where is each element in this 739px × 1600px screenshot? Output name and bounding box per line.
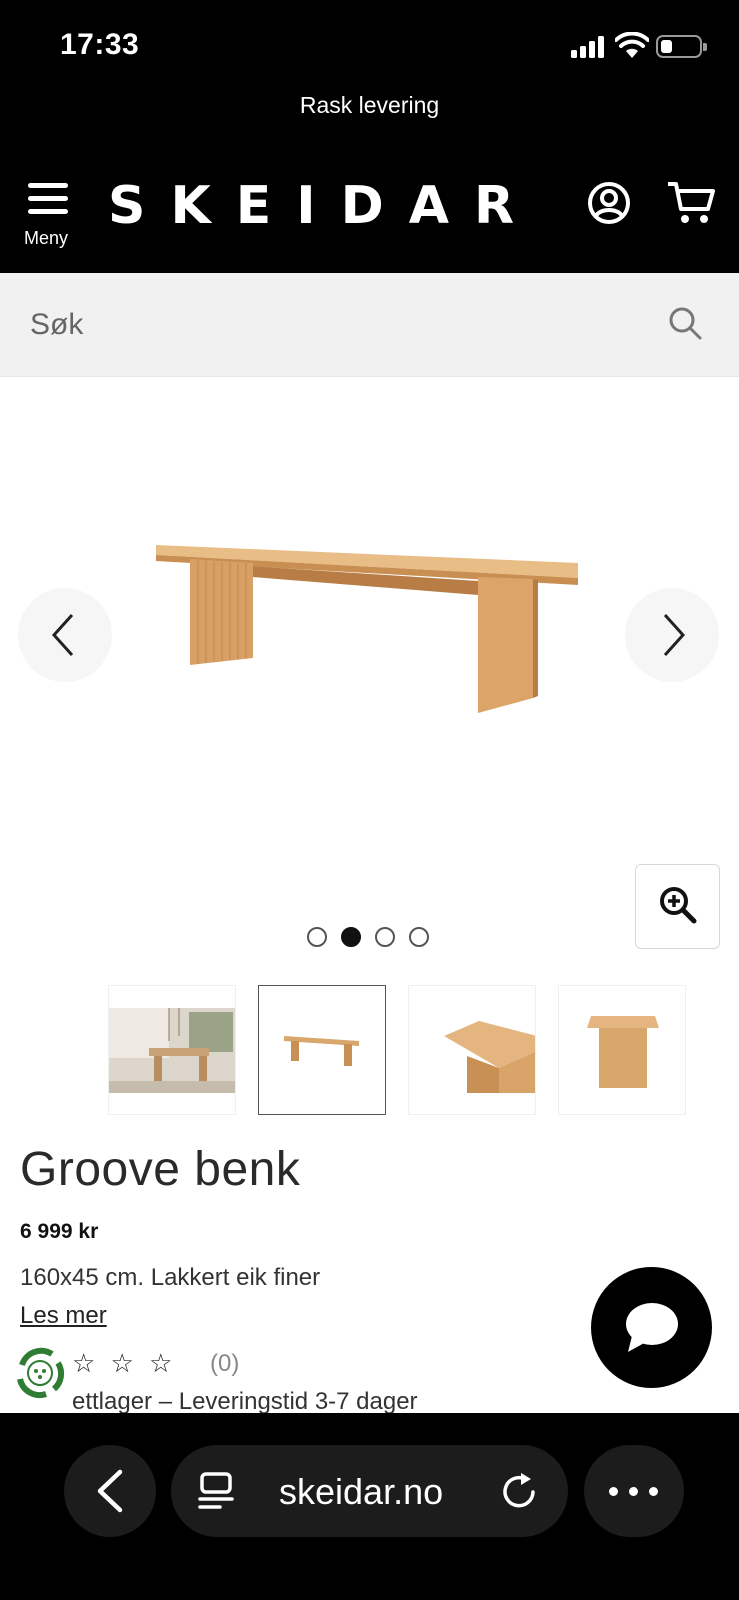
carousel-dots	[307, 927, 437, 949]
search-input[interactable]	[30, 300, 630, 350]
product-title: Groove benk	[20, 1143, 301, 1196]
url-domain: skeidar.no	[279, 1471, 444, 1512]
site-header: Meny SKEIDAR	[0, 148, 739, 273]
zoom-button[interactable]	[635, 864, 720, 949]
menu-label: Meny	[24, 228, 69, 248]
reload-icon[interactable]	[501, 1471, 541, 1513]
browser-toolbar: skeidar.no	[0, 1413, 739, 1600]
wifi-icon	[615, 32, 649, 58]
thumbnail-bench-front[interactable]	[258, 985, 386, 1115]
thumbnail-room[interactable]	[108, 985, 236, 1115]
product-price: 6 999 kr	[20, 1220, 99, 1243]
address-bar[interactable]: skeidar.no	[171, 1445, 568, 1537]
cellular-signal-icon	[571, 36, 607, 58]
read-more-link[interactable]: Les mer	[20, 1302, 107, 1330]
carousel-dot[interactable]	[307, 927, 327, 947]
battery-icon	[656, 35, 707, 58]
stock-status: ettlager – Leveringstid 3-7 dager	[72, 1388, 418, 1415]
chevron-right-icon	[663, 613, 686, 657]
menu-button[interactable]: Meny	[20, 183, 80, 253]
page-menu-icon[interactable]	[196, 1471, 236, 1513]
cart-icon[interactable]	[666, 181, 716, 225]
search-bar	[0, 273, 739, 377]
promo-banner: Rask levering	[0, 90, 739, 148]
review-count[interactable]: (0)	[210, 1350, 239, 1378]
product-description: 160x45 cm. Lakkert eik finer	[20, 1264, 321, 1291]
chevron-left-icon	[97, 1469, 123, 1513]
browser-more-button[interactable]	[584, 1445, 684, 1537]
carousel-dot-active[interactable]	[341, 927, 361, 947]
more-dot	[609, 1487, 618, 1496]
carousel-dot[interactable]	[409, 927, 429, 947]
account-icon[interactable]	[587, 181, 631, 225]
more-dot	[629, 1487, 638, 1496]
status-time: 17:33	[60, 28, 140, 61]
product-image[interactable]	[148, 533, 588, 723]
chat-bubble-icon	[626, 1303, 678, 1352]
previous-image-button[interactable]	[18, 588, 112, 682]
rating-stars[interactable]: ☆ ☆ ☆	[72, 1348, 176, 1379]
thumbnail-bench-side[interactable]	[558, 985, 686, 1115]
chat-button[interactable]	[591, 1267, 712, 1388]
status-bar: 17:33	[0, 0, 739, 90]
eco-badge-icon[interactable]	[12, 1345, 68, 1401]
carousel-dot[interactable]	[375, 927, 395, 947]
promo-text: Rask levering	[299, 92, 440, 118]
site-logo[interactable]: SKEIDAR	[108, 176, 539, 236]
thumbnail-bench-detail[interactable]	[408, 985, 536, 1115]
next-image-button[interactable]	[625, 588, 719, 682]
more-dot	[649, 1487, 658, 1496]
zoom-in-icon	[660, 887, 697, 924]
product-gallery	[0, 378, 739, 973]
chevron-left-icon	[51, 613, 74, 657]
thumbnail-strip	[108, 985, 688, 1115]
browser-back-button[interactable]	[64, 1445, 156, 1537]
search-icon[interactable]	[665, 303, 705, 343]
